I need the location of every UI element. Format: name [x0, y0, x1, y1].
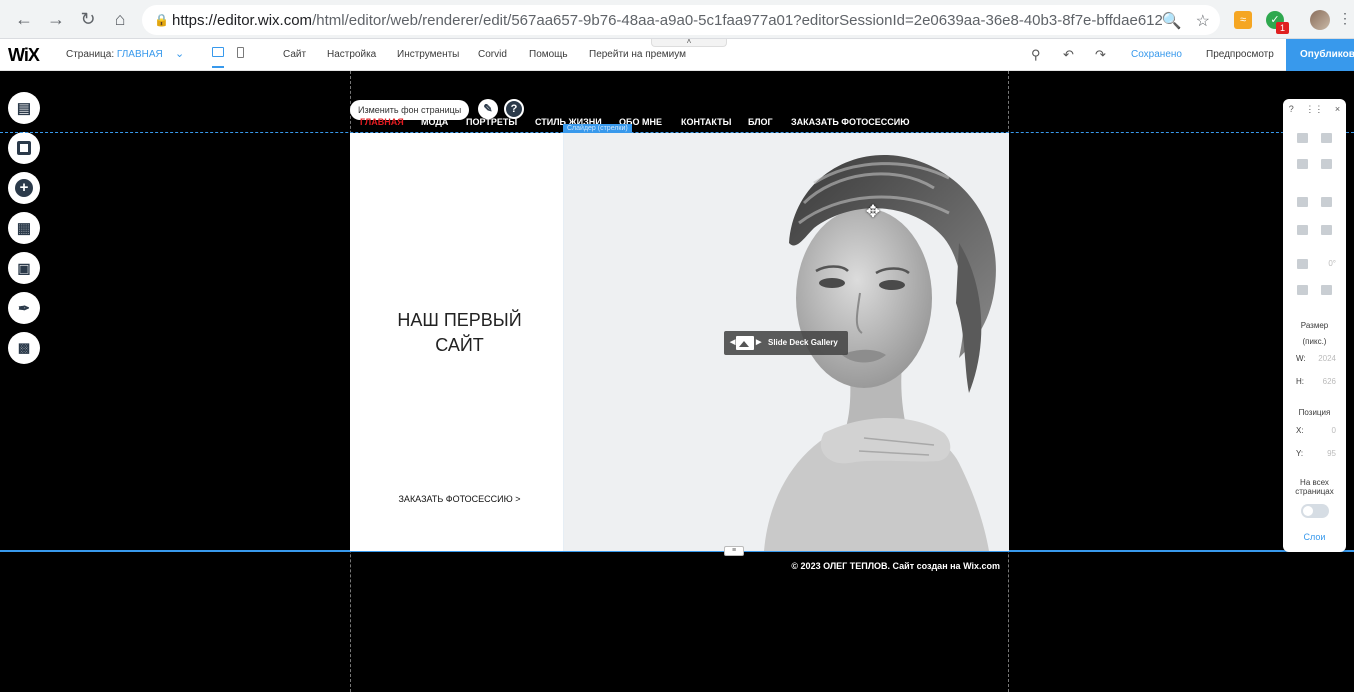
site-title-line1: НАШ ПЕРВЫЙ	[397, 310, 522, 330]
site-menu-item-book[interactable]: ЗАКАЗАТЬ ФОТОСЕССИЮ	[791, 117, 910, 127]
collapse-bar-handle[interactable]: ˄	[651, 38, 727, 47]
bookmark-star-icon[interactable]: ☆	[1196, 11, 1210, 31]
preview-button[interactable]: Предпросмотр	[1206, 49, 1274, 60]
rss-extension-icon[interactable]: ≈	[1234, 11, 1252, 29]
media-icon[interactable]: ▣	[8, 252, 40, 284]
chevron-right-icon[interactable]: ▶	[756, 331, 761, 355]
width-label: W:	[1296, 354, 1306, 363]
site-menu-item-contacts[interactable]: КОНТАКТЫ	[681, 117, 731, 127]
site-menu: ГЛАВНАЯ МОДА ПОРТРЕТЫ СТИЛЬ ЖИЗНИ ОБО МН…	[350, 117, 1010, 131]
pages-icon[interactable]: ▤	[8, 92, 40, 124]
duplicate-icon[interactable]	[1297, 159, 1308, 169]
paste-icon[interactable]	[1321, 133, 1332, 143]
all-pages-label-line1: На всех	[1300, 478, 1329, 487]
x-input[interactable]: 0	[1332, 426, 1336, 435]
image-icon	[736, 336, 754, 350]
delete-icon[interactable]	[1321, 159, 1332, 169]
back-icon[interactable]: ←	[8, 3, 40, 35]
address-bar[interactable]: 🔒 https://editor.wix.com/html/editor/web…	[142, 5, 1220, 35]
undo-icon[interactable]: ↶	[1063, 47, 1074, 63]
x-label: X:	[1296, 426, 1304, 435]
match-size-icon[interactable]	[1321, 225, 1332, 235]
saved-status: Сохранено	[1131, 49, 1182, 60]
site-menu-item-fashion[interactable]: МОДА	[421, 117, 448, 127]
section-resize-handle[interactable]: ≡	[724, 546, 744, 556]
height-input[interactable]: 626	[1323, 377, 1336, 386]
site-menu-item-home[interactable]: ГЛАВНАЯ	[360, 117, 404, 127]
chevron-down-icon[interactable]: ⌄	[175, 47, 184, 60]
lock-icon: 🔒	[154, 13, 169, 27]
menu-tools[interactable]: Инструменты	[397, 49, 459, 60]
layers-button[interactable]: Слои	[1283, 532, 1346, 542]
book-photoshoot-link[interactable]: ЗАКАЗАТЬ ФОТОСЕССИЮ >	[350, 494, 569, 504]
y-label: Y:	[1296, 449, 1304, 458]
url-host: https://editor.wix.com	[172, 11, 313, 29]
properties-panel: ? ⋮⋮ × 0° Размер (пикс.) W: 2024 H: 626 …	[1283, 99, 1346, 552]
y-input[interactable]: 95	[1327, 449, 1336, 458]
height-label: H:	[1296, 377, 1304, 386]
wix-top-bar: WiX Страница: ГЛАВНАЯ ⌄ Сайт Настройка И…	[0, 38, 1354, 71]
menu-upgrade[interactable]: Перейти на премиум	[589, 49, 686, 60]
width-input[interactable]: 2024	[1318, 354, 1336, 363]
panel-close-icon[interactable]: ×	[1335, 104, 1340, 114]
footer-copyright[interactable]: © 2023 ОЛЕГ ТЕПЛОВ. Сайт создан на Wix.c…	[700, 561, 1000, 571]
add-icon[interactable]: +	[8, 172, 40, 204]
arrange-icon[interactable]	[1297, 197, 1308, 207]
home-icon[interactable]: ⌂	[104, 3, 136, 35]
current-page: ГЛАВНАЯ	[116, 49, 163, 60]
blog-pen-icon[interactable]: ✒	[8, 292, 40, 324]
url-text[interactable]: https://editor.wix.com/html/editor/web/r…	[172, 12, 1162, 29]
mobile-icon[interactable]	[237, 47, 244, 58]
background-icon[interactable]	[8, 132, 40, 164]
url-path: /html/editor/web/renderer/edit/567aa657-…	[312, 11, 1162, 29]
publish-button[interactable]: Опубликовать	[1286, 39, 1354, 71]
all-pages-label-line2: страницах	[1295, 487, 1334, 496]
menu-help[interactable]: Помощь	[529, 49, 568, 60]
edit-pencil-icon[interactable]: ✎	[478, 99, 498, 119]
distribute-icon[interactable]	[1297, 225, 1308, 235]
forward-icon[interactable]: →	[40, 3, 72, 35]
redo-icon[interactable]: ↷	[1095, 47, 1106, 63]
menu-site[interactable]: Сайт	[283, 49, 306, 60]
menu-corvid[interactable]: Corvid	[478, 49, 507, 60]
site-title-line2: САЙТ	[435, 335, 484, 355]
site-menu-item-portraits[interactable]: ПОРТРЕТЫ	[466, 117, 517, 127]
browser-toolbar: ← → ↻ ⌂ 🔒 https://editor.wix.com/html/ed…	[0, 0, 1354, 39]
profile-avatar[interactable]	[1310, 10, 1330, 30]
show-on-all-pages-toggle[interactable]	[1301, 504, 1329, 518]
align-icon[interactable]	[1321, 197, 1332, 207]
add-apps-icon[interactable]: ▦	[8, 212, 40, 244]
position-label: Позиция	[1298, 408, 1331, 417]
help-icon[interactable]: ?	[504, 99, 524, 119]
flip-vertical-icon[interactable]	[1321, 285, 1332, 295]
desktop-active-indicator	[212, 66, 224, 68]
search-icon[interactable]: ⚲	[1031, 47, 1041, 63]
gallery-label: Slide Deck Gallery	[768, 338, 838, 347]
gallery-component-tag[interactable]: ◀ ▶ Slide Deck Gallery	[724, 331, 848, 355]
flip-horizontal-icon[interactable]	[1297, 285, 1308, 295]
reload-icon[interactable]: ↻	[72, 3, 104, 35]
extension-badge: 1	[1276, 22, 1289, 34]
rotate-icon[interactable]	[1297, 259, 1308, 269]
size-label: Размер	[1300, 321, 1329, 330]
browser-menu-icon[interactable]: ⋮	[1338, 10, 1352, 27]
desktop-icon[interactable]	[212, 47, 224, 57]
panel-help-icon[interactable]: ?	[1289, 104, 1294, 114]
site-menu-item-blog[interactable]: БЛОГ	[748, 117, 773, 127]
slider-arrows-tag: Слайдер (стрелки)	[563, 124, 632, 133]
size-unit-label: (пикс.)	[1302, 337, 1327, 346]
menu-settings[interactable]: Настройка	[327, 49, 376, 60]
bookings-icon[interactable]: ▩	[8, 332, 40, 364]
rotate-value[interactable]: 0°	[1328, 259, 1336, 268]
move-cursor-icon: ✥	[865, 202, 881, 221]
chevron-left-icon[interactable]: ◀	[730, 331, 735, 355]
page-label: Страница:	[66, 49, 115, 60]
page-selector[interactable]: Страница: ГЛАВНАЯ	[66, 49, 163, 60]
panel-drag-icon[interactable]: ⋮⋮	[1305, 104, 1323, 115]
copy-icon[interactable]	[1297, 133, 1308, 143]
site-title[interactable]: НАШ ПЕРВЫЙ САЙТ	[350, 308, 569, 358]
zoom-icon[interactable]: 🔍	[1162, 11, 1182, 31]
wix-logo[interactable]: WiX	[8, 45, 40, 66]
